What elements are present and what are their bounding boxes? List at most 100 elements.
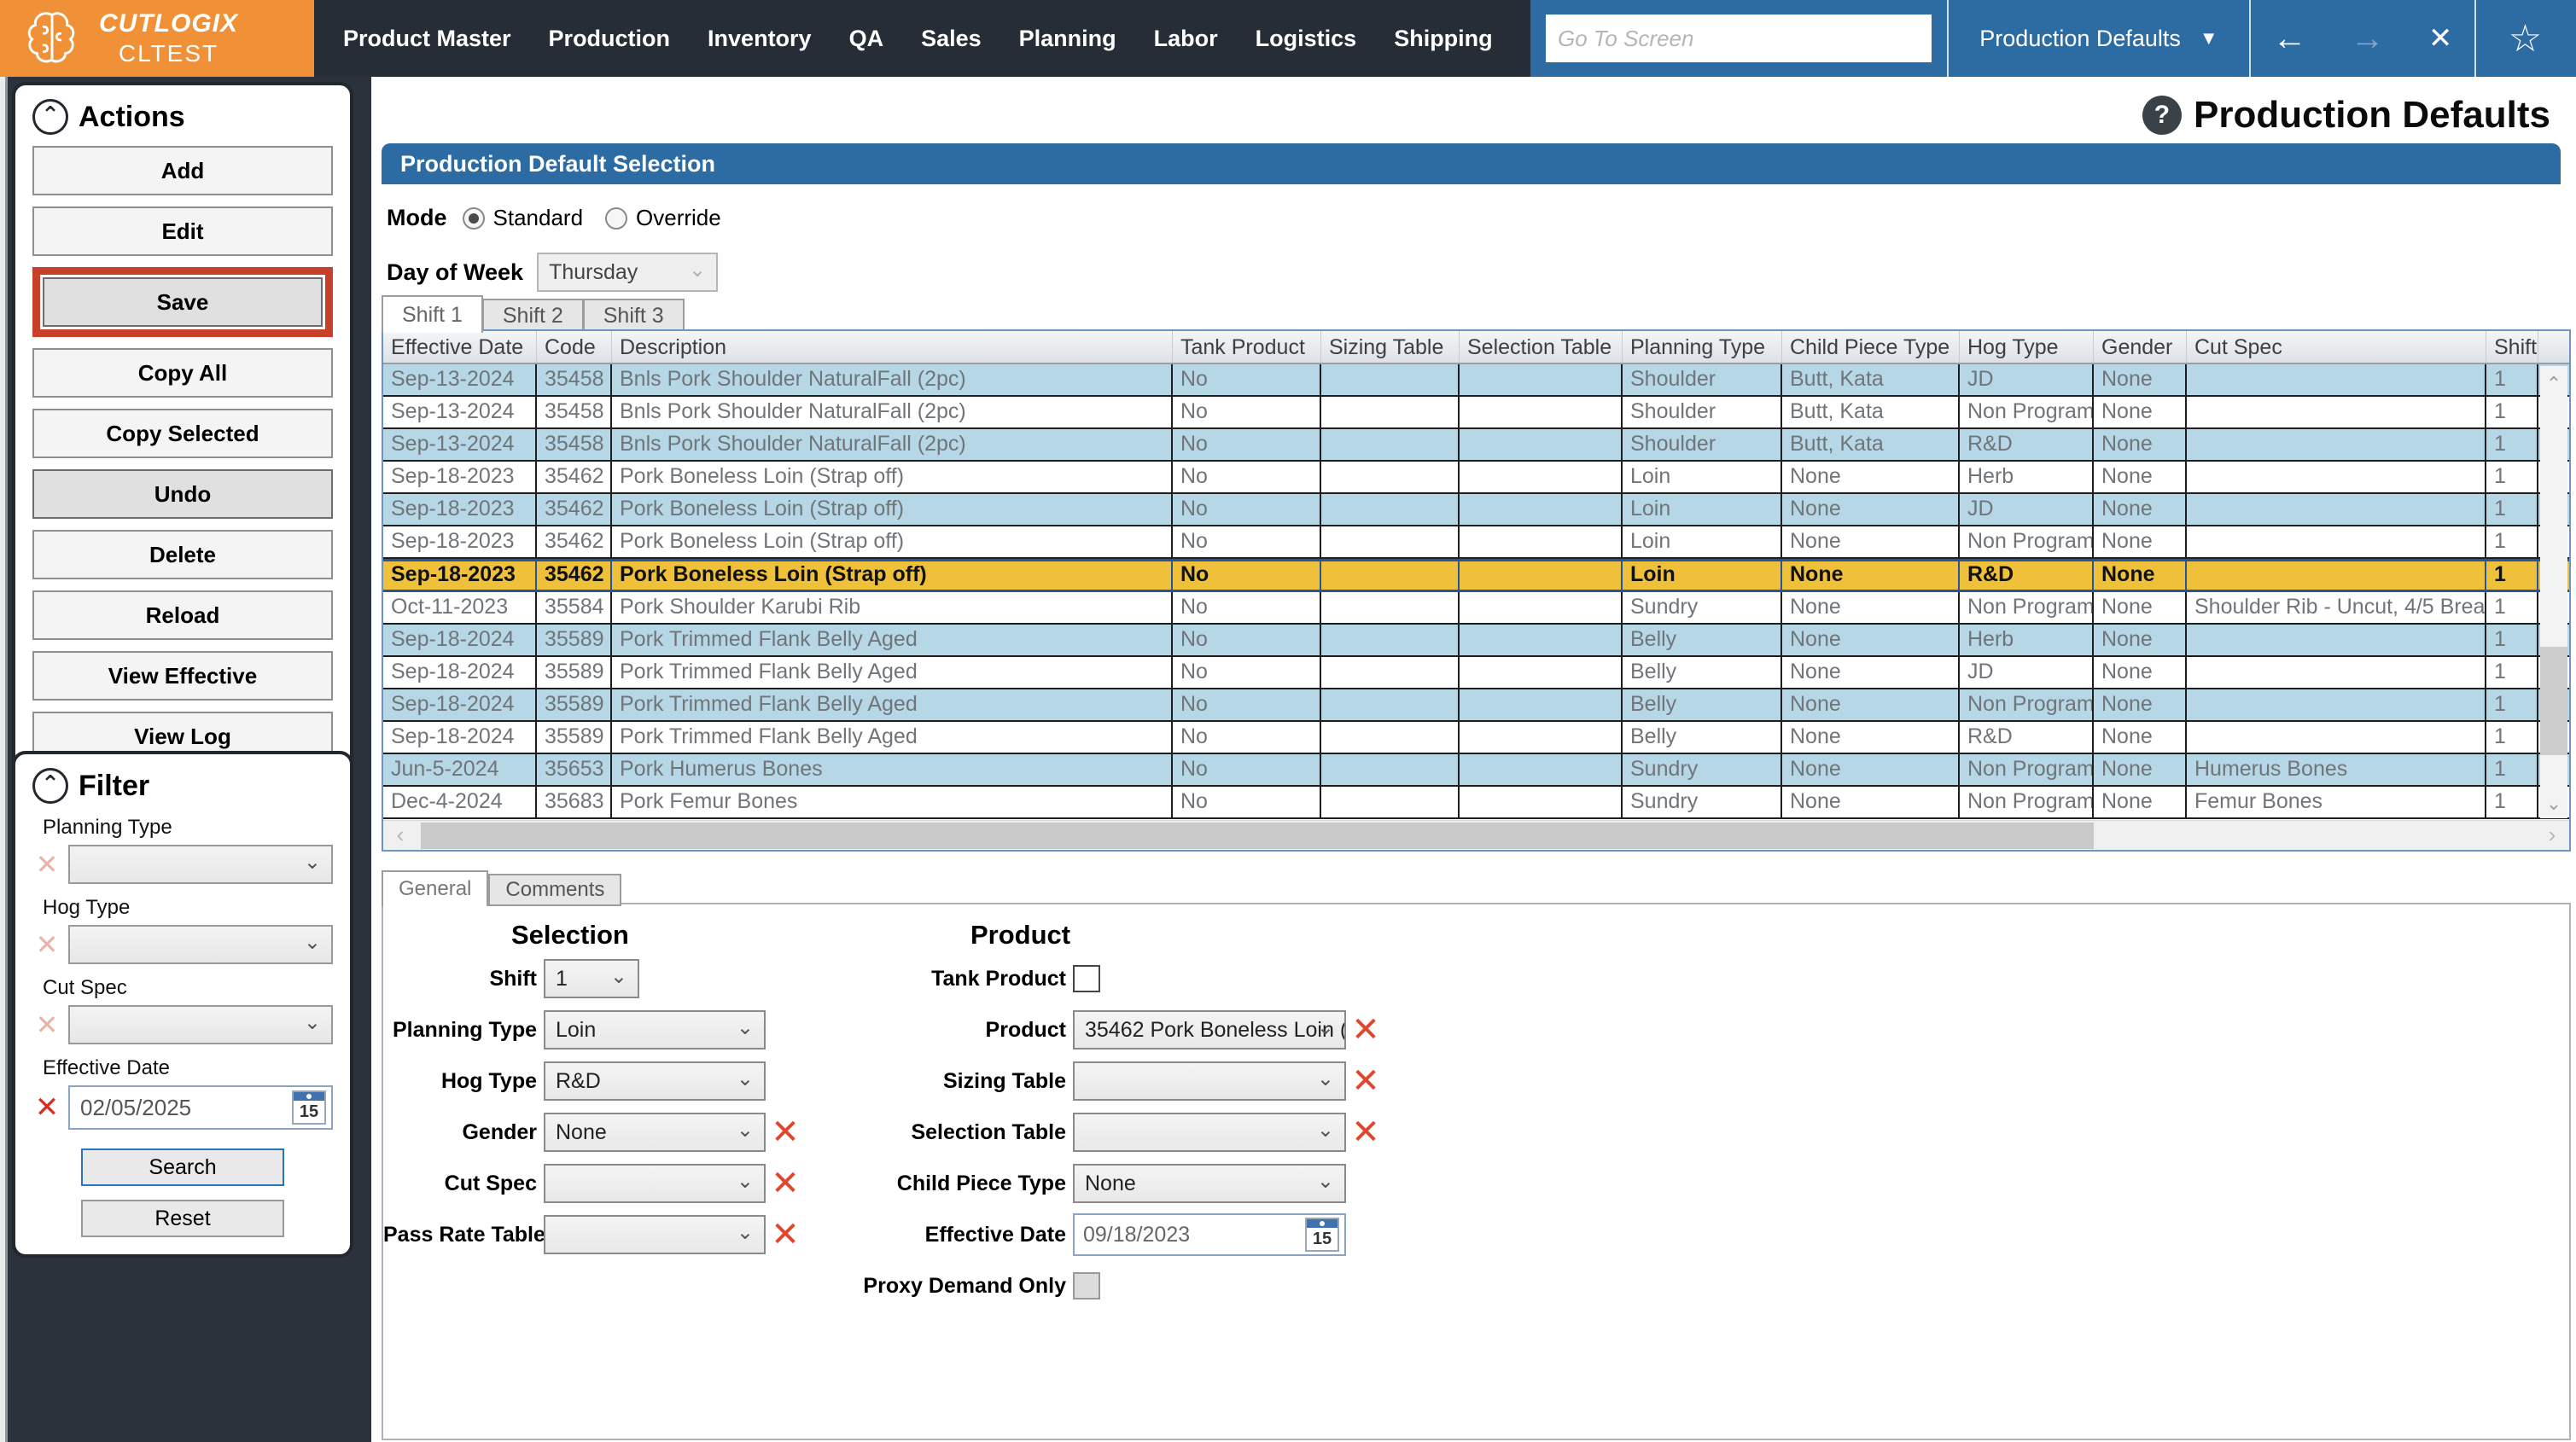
column-header-description[interactable]: Description	[612, 331, 1173, 363]
app-logo[interactable]: CUTLOGIX CLTEST	[0, 0, 314, 77]
hog-type-select[interactable]: R&D ⌄	[544, 1061, 766, 1101]
tab-shift-1[interactable]: Shift 1	[382, 295, 483, 333]
table-row[interactable]: Jun-5-2024 35653 Pork Humerus Bones No Sundr…	[383, 754, 2569, 787]
copy-all-button[interactable]: Copy All	[32, 348, 333, 398]
mode-radio-override[interactable]: Override	[605, 205, 721, 231]
vertical-scroll-thumb[interactable]	[2540, 646, 2567, 755]
sidebar-splitter[interactable]	[0, 77, 8, 1442]
shift-select[interactable]: 1 ⌄	[544, 959, 639, 998]
column-header-selection-table[interactable]: Selection Table	[1460, 331, 1623, 363]
nav-item-labor[interactable]: Labor	[1154, 26, 1218, 52]
delete-button[interactable]: Delete	[32, 530, 333, 579]
calendar-icon[interactable]: 15	[1305, 1218, 1339, 1252]
table-row[interactable]: Dec-4-2024 35683 Pork Femur Bones No Sundry N…	[383, 787, 2569, 819]
scroll-up-icon[interactable]: ⌃	[2540, 366, 2567, 395]
selection-table-select[interactable]: ⌄	[1073, 1113, 1346, 1152]
nav-item-production[interactable]: Production	[549, 26, 671, 52]
child-piece-type-select[interactable]: None ⌄	[1073, 1164, 1346, 1203]
tab-general[interactable]: General	[382, 870, 489, 906]
column-header-code[interactable]: Code	[537, 331, 612, 363]
column-header-tank-product[interactable]: Tank Product	[1173, 331, 1321, 363]
column-header-gender[interactable]: Gender	[2094, 331, 2187, 363]
filter-date-input[interactable]: 02/05/2025 15	[68, 1085, 333, 1130]
table-row[interactable]: Sep-13-2024 35458 Bnls Pork Shoulder Natur…	[383, 397, 2569, 429]
column-header-cut-spec[interactable]: Cut Spec	[2187, 331, 2486, 363]
table-row[interactable]: Sep-18-2024 35589 Pork Trimmed Flank Belly…	[383, 657, 2569, 689]
filter-select-planning-type[interactable]: ⌄	[68, 845, 333, 884]
collapse-chevron-icon[interactable]: ⌃	[32, 768, 68, 804]
table-row[interactable]: Oct-11-2023 35584 Pork Shoulder Karubi Rib…	[383, 592, 2569, 625]
tab-shift-3[interactable]: Shift 3	[583, 299, 685, 333]
clear-field-icon[interactable]: ✕	[1346, 1064, 1385, 1098]
column-header-child-piece-type[interactable]: Child Piece Type	[1782, 331, 1960, 363]
collapse-chevron-icon[interactable]: ⌃	[32, 99, 68, 135]
back-icon[interactable]: ←	[2273, 21, 2307, 55]
effective-date-input[interactable]: 09/18/2023 15	[1073, 1213, 1346, 1256]
add-button[interactable]: Add	[32, 146, 333, 195]
calendar-icon[interactable]: 15	[292, 1090, 326, 1125]
gender-select[interactable]: None ⌄	[544, 1113, 766, 1152]
column-header-sizing-table[interactable]: Sizing Table	[1321, 331, 1460, 363]
reload-button[interactable]: Reload	[32, 590, 333, 640]
table-row[interactable]: Sep-18-2023 35462 Pork Boneless Loin (Stra…	[383, 559, 2569, 592]
tab-shift-2[interactable]: Shift 2	[482, 299, 584, 333]
mode-radio-standard[interactable]: Standard	[462, 205, 583, 231]
scroll-left-icon[interactable]: ‹	[383, 821, 417, 851]
clear-filter-icon[interactable]: ✕	[32, 851, 61, 878]
view-effective-button[interactable]: View Effective	[32, 651, 333, 701]
table-row[interactable]: Sep-18-2023 35462 Pork Boneless Loin (Stra…	[383, 526, 2569, 559]
sizing-table-select[interactable]: ⌄	[1073, 1061, 1346, 1101]
product-select[interactable]: 35462 Pork Boneless Loin (Strap off)⌄	[1073, 1010, 1346, 1050]
column-header-planning-type[interactable]: Planning Type	[1623, 331, 1782, 363]
nav-item-inventory[interactable]: Inventory	[708, 26, 812, 52]
clear-filter-icon[interactable]: ✕	[32, 931, 61, 958]
pass-rate-table-select[interactable]: ⌄	[544, 1215, 766, 1254]
clear-filter-icon[interactable]: ✕	[32, 1093, 61, 1122]
scroll-right-icon[interactable]: ›	[2535, 821, 2569, 851]
favorite-star-icon[interactable]: ☆	[2509, 17, 2542, 61]
save-button[interactable]: Save	[43, 277, 323, 327]
filter-select-cut-spec[interactable]: ⌄	[68, 1005, 333, 1044]
clear-filter-icon[interactable]: ✕	[32, 1011, 61, 1038]
copy-selected-button[interactable]: Copy Selected	[32, 409, 333, 458]
clear-field-icon[interactable]: ✕	[766, 1218, 805, 1252]
help-icon[interactable]: ?	[2142, 96, 2182, 135]
search-button[interactable]: Search	[81, 1148, 284, 1186]
horizontal-scroll-thumb[interactable]	[421, 823, 2094, 849]
nav-item-sales[interactable]: Sales	[921, 26, 982, 52]
clear-field-icon[interactable]: ✕	[1346, 1115, 1385, 1149]
goto-screen-input[interactable]	[1546, 15, 1932, 62]
filter-select-hog-type[interactable]: ⌄	[68, 925, 333, 964]
edit-button[interactable]: Edit	[32, 206, 333, 256]
table-row[interactable]: Sep-13-2024 35458 Bnls Pork Shoulder Natur…	[383, 429, 2569, 462]
clear-field-icon[interactable]: ✕	[1346, 1013, 1385, 1047]
column-header-hog-type[interactable]: Hog Type	[1960, 331, 2094, 363]
clear-field-icon[interactable]: ✕	[766, 1166, 805, 1201]
planning-type-select[interactable]: Loin ⌄	[544, 1010, 766, 1050]
table-row[interactable]: Sep-18-2024 35589 Pork Trimmed Flank Belly…	[383, 689, 2569, 722]
nav-item-logistics[interactable]: Logistics	[1256, 26, 1357, 52]
screen-selector-dropdown[interactable]: Production Defaults ▼	[1949, 0, 2249, 77]
tab-comments[interactable]: Comments	[488, 874, 622, 906]
scroll-down-icon[interactable]: ⌄	[2540, 789, 2567, 818]
reset-button[interactable]: Reset	[81, 1200, 284, 1237]
vertical-scrollbar[interactable]: ⌃ ⌄	[2540, 366, 2567, 818]
undo-button[interactable]: Undo	[32, 469, 333, 519]
close-icon[interactable]: ✕	[2428, 24, 2453, 53]
table-row[interactable]: Sep-18-2023 35462 Pork Boneless Loin (Stra…	[383, 494, 2569, 526]
horizontal-scrollbar[interactable]: ‹ ›	[383, 820, 2569, 850]
table-row[interactable]: Sep-18-2023 35462 Pork Boneless Loin (Stra…	[383, 462, 2569, 494]
table-row[interactable]: Sep-13-2024 35458 Bnls Pork Shoulder Natur…	[383, 364, 2569, 397]
table-row[interactable]: Sep-18-2024 35589 Pork Trimmed Flank Belly…	[383, 625, 2569, 657]
nav-item-planning[interactable]: Planning	[1019, 26, 1116, 52]
cut-spec-select[interactable]: ⌄	[544, 1164, 766, 1203]
forward-icon[interactable]: →	[2351, 21, 2385, 55]
nav-item-qa[interactable]: QA	[849, 26, 884, 52]
column-header-shift[interactable]: Shift	[2486, 331, 2538, 363]
tank-product-checkbox[interactable]	[1073, 965, 1100, 992]
nav-item-product-master[interactable]: Product Master	[343, 26, 511, 52]
nav-item-shipping[interactable]: Shipping	[1394, 26, 1492, 52]
column-header-effective-date[interactable]: Effective Date	[383, 331, 537, 363]
table-row[interactable]: Sep-18-2024 35589 Pork Trimmed Flank Belly…	[383, 722, 2569, 754]
day-of-week-select[interactable]: Thursday ⌄	[537, 253, 719, 292]
